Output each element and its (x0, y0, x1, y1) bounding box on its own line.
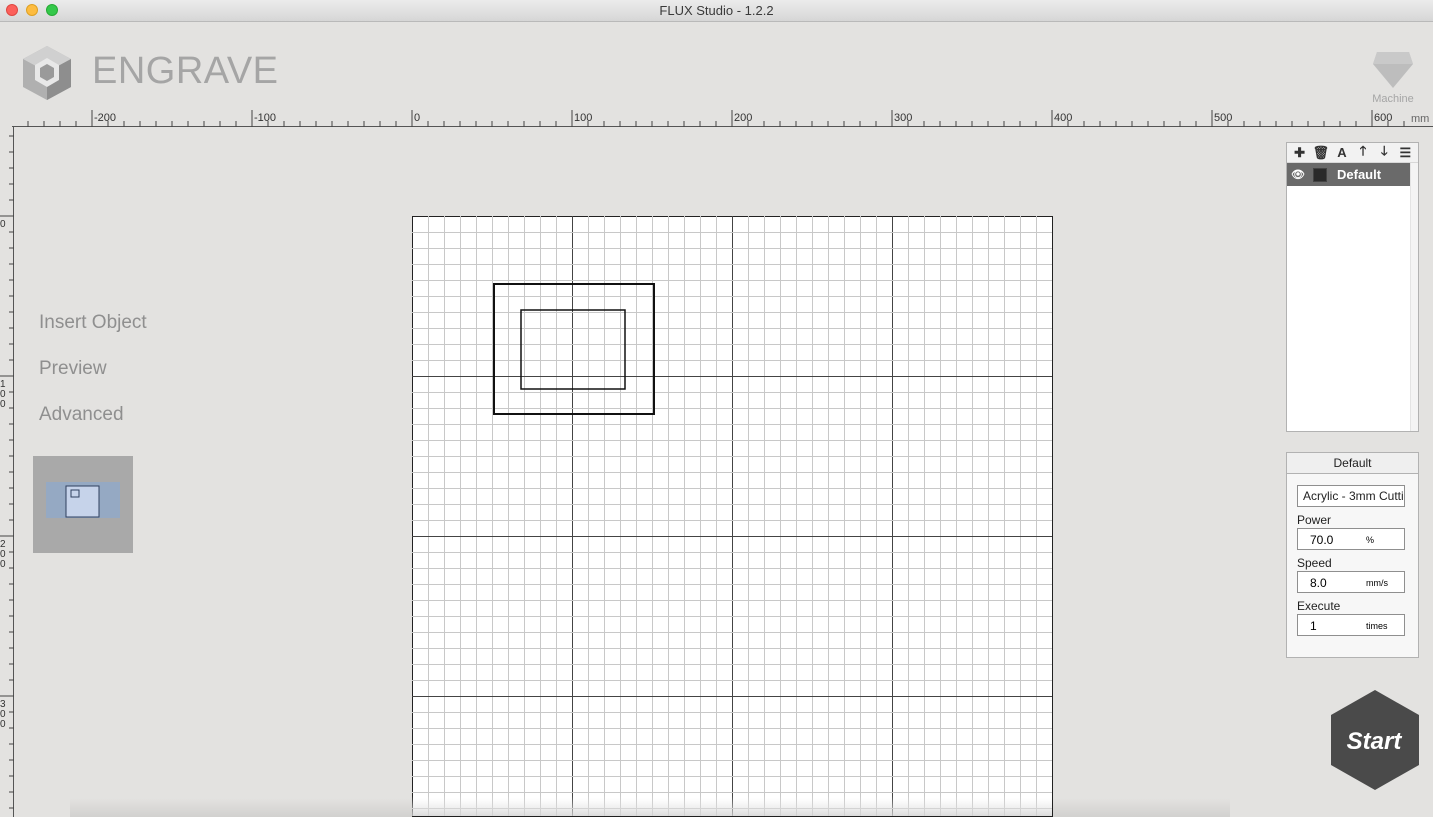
advanced-menu[interactable]: Advanced (39, 404, 147, 450)
ruler-label: -200 (94, 112, 116, 124)
ruler-label: 100 (0, 379, 6, 410)
mode-title: ENGRAVE (92, 50, 279, 92)
params-layer-name: Default (1287, 453, 1418, 474)
laser-parameters-panel: Default Acrylic - 3mm Cutting Power 70.0… (1286, 452, 1419, 658)
ruler-label: 300 (894, 112, 912, 124)
preview-menu[interactable]: Preview (39, 358, 147, 404)
trash-icon[interactable]: 🗑 (1312, 145, 1330, 161)
power-value: 70.0 (1310, 533, 1334, 547)
machine-selector[interactable]: Machine (1366, 50, 1420, 105)
ruler-label: -100 (254, 112, 276, 124)
text-icon[interactable]: A (1333, 145, 1351, 160)
power-unit: % (1366, 535, 1375, 545)
layer-item-default[interactable]: 👁 Default (1287, 163, 1411, 186)
horizontal-ruler: -200 -100 0 100 200 300 400 500 600 mm (12, 110, 1433, 127)
speed-unit: mm/s (1366, 578, 1388, 588)
execute-label: Execute (1297, 599, 1341, 613)
layer-name: Default (1337, 167, 1382, 182)
vertical-ruler: 0 1 0 0 2 0 0 3 0 0 (0, 127, 14, 817)
ruler-label: 0 (414, 112, 420, 124)
eye-icon[interactable]: 👁 (1287, 168, 1309, 181)
workspace-thumbnail[interactable] (33, 456, 133, 553)
window-titlebar: FLUX Studio - 1.2.2 (0, 0, 1433, 22)
ruler-label: 200 (734, 112, 752, 124)
layer-scrollbar[interactable] (1410, 163, 1418, 431)
execute-value: 1 (1310, 619, 1317, 633)
ruler-label: 0 (0, 219, 6, 230)
layer-panel: ✚ 🗑 A 🡑 🡓 ☰ 👁 Default (1286, 142, 1419, 432)
arrow-up-icon[interactable]: 🡑 (1354, 142, 1372, 164)
insert-object-menu[interactable]: Insert Object (39, 312, 147, 358)
ruler-label: 400 (1054, 112, 1072, 124)
speed-value: 8.0 (1310, 576, 1327, 590)
preset-select[interactable]: Acrylic - 3mm Cutting (1297, 485, 1405, 507)
start-button[interactable]: Start (1330, 690, 1420, 790)
machine-gem-icon (1373, 52, 1413, 88)
machine-label: Machine (1372, 93, 1414, 105)
left-navigation: Insert Object Preview Advanced (39, 312, 147, 450)
flux-logo-icon (20, 44, 74, 107)
ruler-unit: mm (1411, 113, 1429, 125)
power-input[interactable]: 70.0 % (1297, 528, 1405, 550)
ruler-label: 500 (1214, 112, 1232, 124)
canvas-bottom-fade (412, 796, 1052, 816)
ruler-label: 300 (0, 699, 6, 730)
ruler-label: 200 (0, 539, 6, 570)
power-label: Power (1297, 513, 1332, 527)
layer-toolbar: ✚ 🗑 A 🡑 🡓 ☰ (1287, 143, 1418, 163)
arrow-down-icon[interactable]: 🡓 (1375, 142, 1393, 164)
window-title: FLUX Studio - 1.2.2 (659, 3, 774, 18)
speed-input[interactable]: 8.0 mm/s (1297, 571, 1405, 593)
ruler-label: 600 (1374, 112, 1392, 124)
speed-label: Speed (1297, 556, 1332, 570)
add-icon[interactable]: ✚ (1291, 145, 1309, 161)
layer-color-swatch[interactable] (1313, 167, 1327, 182)
ruler-label: 100 (574, 112, 592, 124)
menu-icon[interactable]: ☰ (1396, 145, 1414, 161)
execute-unit: times (1366, 621, 1388, 631)
start-label: Start (1347, 728, 1403, 755)
engrave-canvas[interactable] (412, 216, 1053, 817)
execute-input[interactable]: 1 times (1297, 614, 1405, 636)
